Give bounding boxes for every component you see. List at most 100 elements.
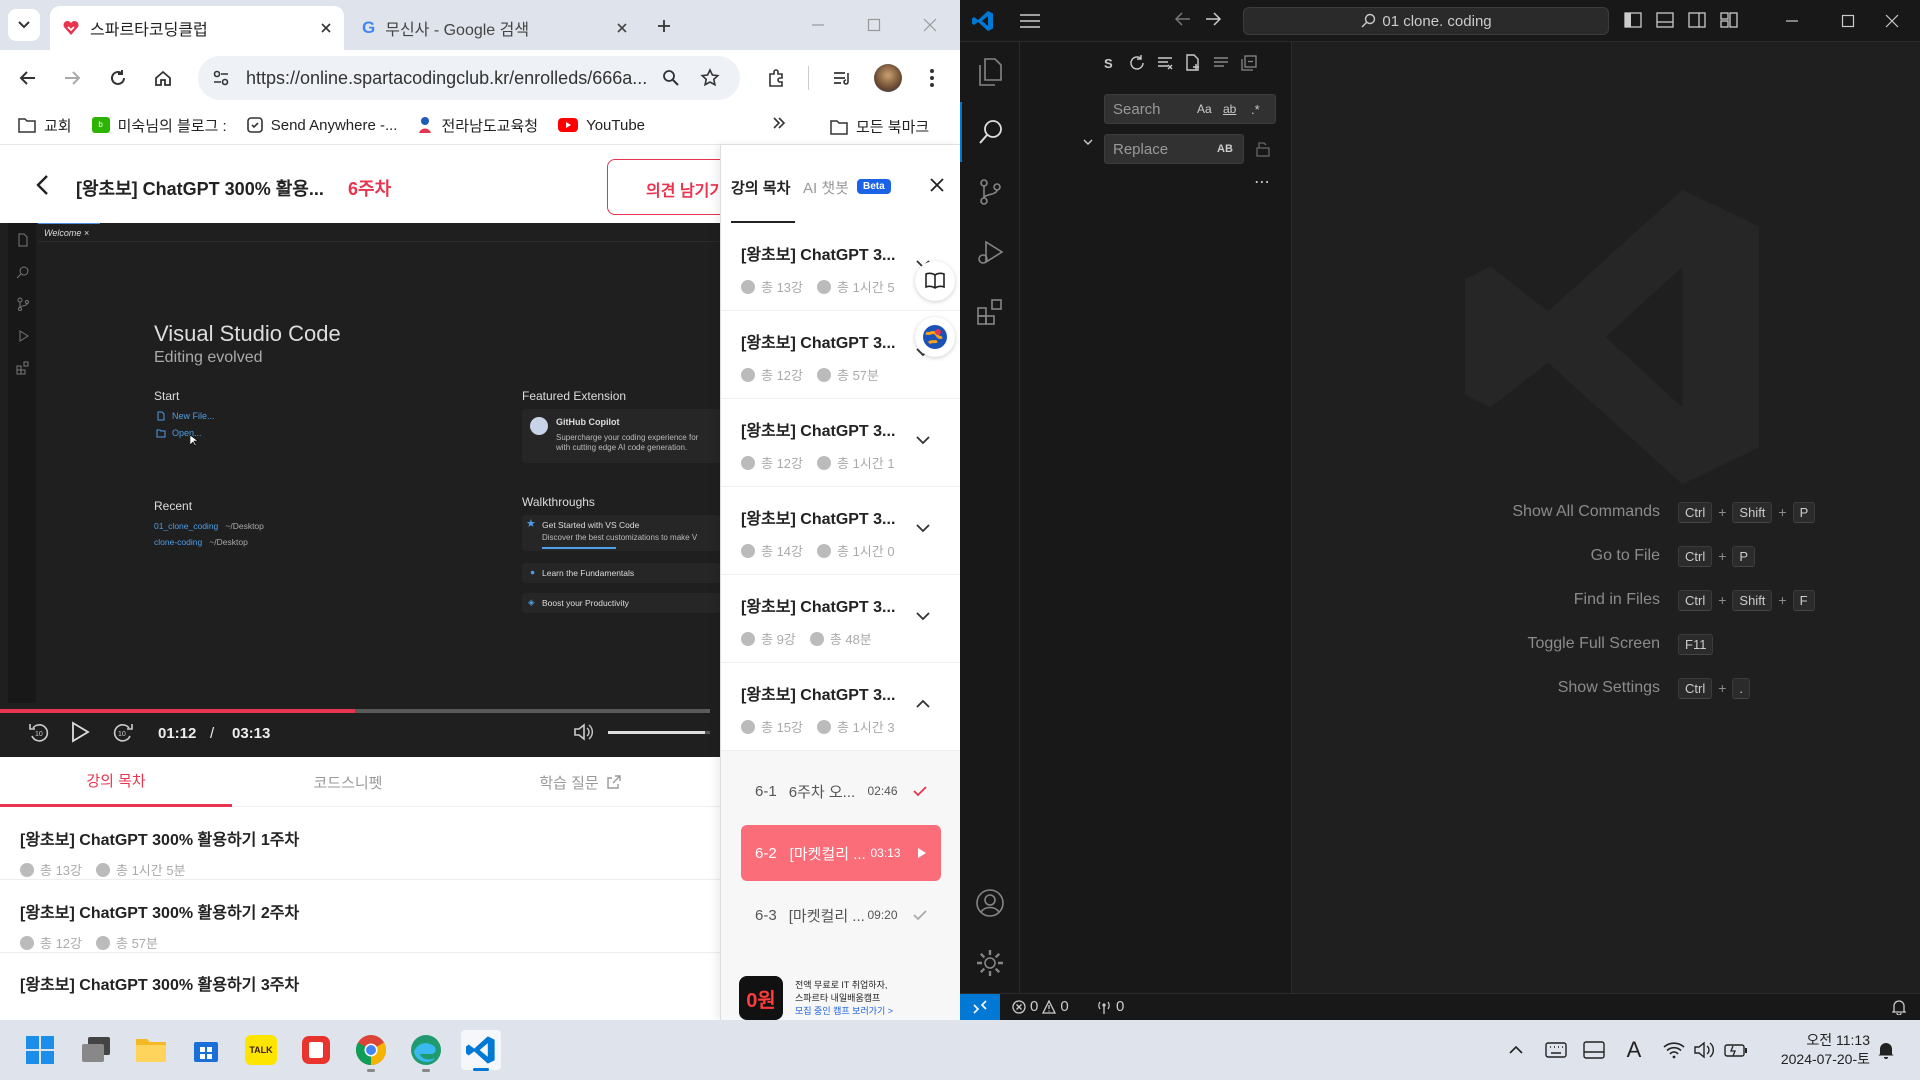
menu-button[interactable]	[1018, 10, 1042, 32]
edge-taskbar-button[interactable]	[406, 1030, 446, 1072]
toc-section[interactable]: [왕초보] ChatGPT 3... 총 15강 총 1시간 3	[721, 663, 960, 751]
panel-tab-ai-chatbot[interactable]: AI 챗봇	[803, 177, 849, 198]
match-case-icon[interactable]: Aa	[1197, 102, 1212, 116]
notes-button[interactable]	[915, 261, 955, 301]
remote-indicator[interactable]	[960, 994, 1000, 1020]
week-row[interactable]: [왕초보] ChatGPT 300% 활용하기 2주차 총 12강 총 57분	[0, 881, 720, 953]
video-player[interactable]: Welcome × Visual Studio Code Editing evo…	[0, 223, 720, 757]
toggle-primary-sidebar[interactable]	[1624, 12, 1642, 28]
search-input[interactable]: Search Aa ab .*	[1104, 94, 1276, 124]
red-app-button[interactable]	[296, 1030, 336, 1070]
forward-button[interactable]	[58, 64, 86, 92]
match-whole-word-icon[interactable]: ab	[1223, 102, 1236, 116]
nav-back-button[interactable]	[1174, 10, 1192, 28]
tab-search-button[interactable]	[8, 9, 40, 41]
shortcut-hint[interactable]: Toggle Full Screen F11	[1292, 629, 1920, 659]
vscode-taskbar-button[interactable]	[461, 1030, 501, 1071]
store-button[interactable]	[186, 1030, 226, 1070]
vscode-minimize-button[interactable]	[1764, 0, 1820, 42]
replace-all-button[interactable]	[1254, 140, 1272, 158]
bookmark-church[interactable]: 교회	[18, 115, 72, 136]
replace-input[interactable]: Replace AB	[1104, 134, 1244, 164]
customize-layout[interactable]	[1720, 12, 1738, 28]
toc-section[interactable]: [왕초보] ChatGPT 3... 총 14강 총 1시간 0	[721, 487, 960, 575]
view-as-tree-button[interactable]	[1212, 54, 1230, 72]
chrome-menu-button[interactable]	[918, 64, 946, 92]
shortcut-hint[interactable]: Show All Commands Ctrl + Shift + P	[1292, 497, 1920, 527]
tablet-icon[interactable]	[1574, 1030, 1614, 1070]
clock[interactable]: 오전 11:13 2024-07-20-토	[1760, 1031, 1870, 1069]
expand-toggle[interactable]	[915, 699, 931, 709]
bookmark-blog[interactable]: b 미숙님의 블로그 :	[91, 115, 227, 136]
rewind-10-button[interactable]: 10	[28, 721, 50, 743]
toc-section[interactable]: [왕초보] ChatGPT 3... 총 9강 총 48분	[721, 575, 960, 663]
week-row[interactable]: [왕초보] ChatGPT 300% 활용하기 3주차	[0, 953, 720, 1020]
clear-results-button[interactable]	[1156, 54, 1174, 72]
close-window-button[interactable]	[902, 0, 958, 50]
new-tab-button[interactable]	[650, 12, 678, 40]
nav-forward-button[interactable]	[1204, 10, 1222, 28]
problems-indicator[interactable]: 0 0	[1012, 998, 1069, 1015]
shortcut-hint[interactable]: Go to File Ctrl + P	[1292, 541, 1920, 571]
home-button[interactable]	[149, 64, 177, 92]
site-settings-icon[interactable]	[212, 69, 230, 87]
expand-toggle[interactable]	[915, 523, 931, 533]
shortcut-hint[interactable]: Show Settings Ctrl +.	[1292, 673, 1920, 703]
bookmark-youtube[interactable]: YouTube	[558, 117, 645, 134]
activity-manage[interactable]	[960, 933, 1020, 993]
video-progress-track[interactable]	[0, 709, 710, 713]
toc-section[interactable]: [왕초보] ChatGPT 3... 총 12강 총 1시간 1	[721, 399, 960, 487]
media-control-button[interactable]	[828, 64, 856, 92]
extensions-button[interactable]	[762, 64, 790, 92]
toggle-search-details[interactable]: ⋯	[1254, 172, 1271, 192]
battery-icon[interactable]	[1716, 1030, 1756, 1070]
chrome-taskbar-button[interactable]	[351, 1030, 391, 1072]
activity-search[interactable]	[960, 102, 1020, 162]
task-view-button[interactable]	[76, 1030, 116, 1070]
all-bookmarks[interactable]: 모든 북마크	[830, 116, 929, 137]
show-hidden-icons[interactable]	[1496, 1030, 1536, 1070]
address-bar[interactable]: https://online.spartacodingclub.kr/enrol…	[198, 56, 740, 100]
close-icon[interactable]	[320, 22, 332, 34]
collapse-all-button[interactable]	[1240, 54, 1258, 72]
play-button[interactable]	[70, 721, 90, 743]
forward-10-button[interactable]: 10	[112, 721, 134, 743]
back-arrow-button[interactable]	[30, 173, 54, 197]
bookmark-send-anywhere[interactable]: Send Anywhere -...	[246, 117, 397, 134]
keyboard-icon[interactable]	[1536, 1030, 1576, 1070]
refresh-button[interactable]	[1128, 54, 1146, 72]
activity-extensions[interactable]	[960, 282, 1020, 342]
lesson-item[interactable]: 6-1 6주차 오... 02:46	[741, 763, 941, 819]
vscode-close-button[interactable]	[1864, 0, 1920, 42]
bookmark-education-office[interactable]: 전라남도교육청	[417, 115, 538, 136]
tab-code-snippets[interactable]: 코드스니펫	[232, 757, 464, 807]
tab-google-search[interactable]: G 무신사 - Google 검색	[350, 6, 640, 50]
close-icon[interactable]	[616, 22, 628, 34]
shortcut-hint[interactable]: Find in Files Ctrl + Shift + F	[1292, 585, 1920, 615]
notifications-button[interactable]	[1892, 999, 1906, 1015]
maximize-button[interactable]	[846, 0, 902, 50]
activity-accounts[interactable]	[960, 873, 1020, 933]
volume-button[interactable]	[572, 721, 594, 743]
toggle-secondary-sidebar[interactable]	[1688, 12, 1706, 28]
expand-toggle[interactable]	[915, 435, 931, 445]
ad-banner[interactable]: 0원 전액 무료로 IT 취업하자, 스파르타 내일배움캠프 모집 중인 캠프 …	[739, 975, 949, 1020]
bookmark-star-icon[interactable]	[700, 68, 720, 88]
bookmarks-overflow-button[interactable]	[772, 116, 786, 130]
start-button[interactable]	[20, 1030, 60, 1070]
back-button[interactable]	[14, 64, 42, 92]
tab-toc[interactable]: 강의 목차	[0, 757, 232, 807]
zoom-icon[interactable]	[662, 69, 680, 87]
ports-indicator[interactable]: 0	[1096, 998, 1124, 1015]
expand-toggle[interactable]	[915, 611, 931, 621]
file-explorer-button[interactable]	[131, 1030, 171, 1070]
week-row[interactable]: [왕초보] ChatGPT 300% 활용하기 1주차 총 13강 총 1시간 5…	[0, 808, 720, 880]
kakaotalk-button[interactable]: TALK	[241, 1030, 281, 1070]
reload-button[interactable]	[104, 64, 132, 92]
toggle-replace-button[interactable]	[1082, 136, 1094, 148]
ime-indicator[interactable]: A	[1614, 1030, 1654, 1070]
lesson-item[interactable]: 6-3 [마켓컬리 ... 09:20	[741, 887, 941, 943]
profile-avatar[interactable]	[874, 64, 902, 92]
panel-tab-toc[interactable]: 강의 목차	[731, 177, 790, 198]
preserve-case-icon[interactable]: AB	[1217, 143, 1233, 155]
